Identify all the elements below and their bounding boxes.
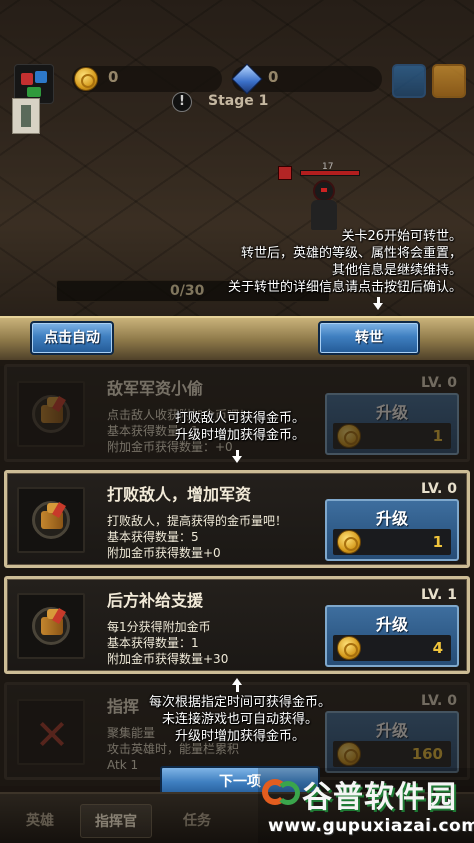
tooltip-line: 转世后，英雄的等级、属性将会重置， [240,246,462,261]
gold-coin-icon [337,424,361,448]
supply-tooltip: 每次根据指定时间可获得金币。 未连接游戏也可自动获得。 升级时增加获得金币。 [120,694,360,745]
enemy-flag-icon [278,166,292,180]
desc-line: 附加金币获得数量+0 [107,546,221,560]
crossed-swords-icon [17,699,85,765]
gold-thief-tooltip: 打败敌人可获得金币。 升级时增加获得金币。 [140,410,340,444]
gem-counter: 0 [231,63,382,95]
stage-progress-text: 0/30 [170,283,205,299]
upgrade-label: 升级 [375,509,408,528]
upgrade-button[interactable]: 升级 1 [325,499,459,561]
rebirth-button[interactable]: 转世 [318,321,420,355]
gold-stack-icon [17,381,85,447]
tooltip-line: 升级时增加获得金币。 [174,428,305,443]
upgrade-label: 升级 [375,403,408,422]
desc-line: 基本获得数量：1 [107,636,199,650]
cost-amount: 4 [432,639,443,657]
settings-gear-icon[interactable] [432,64,466,98]
card-level: LV. 0 [421,481,457,497]
desc-line: 附加金币获得数量+30 [107,652,229,666]
upgrade-card-defeat-enemy[interactable]: 打败敌人，增加军资 LV. 0 打败敌人，提高获得的金币量吧！ 基本获得数量：5… [4,470,470,568]
tooltip-line: 每次根据指定时间可获得金币。 [148,695,331,710]
cost-amount: 1 [432,533,443,551]
desc-line: 每1分获得附加金币 [107,620,211,634]
tab-quest[interactable]: 任务 [162,804,232,838]
card-level: LV. 0 [421,375,457,391]
card-level: LV. 1 [421,587,457,603]
stage-label: Stage 1 [208,93,269,109]
gold-coin-icon [337,636,361,660]
desc-line: 打败敌人，提高获得的金币量吧！ [107,514,288,528]
upgrade-card-supply-support[interactable]: 后方补给支援 LV. 1 每1分获得附加金币 基本获得数量：1 附加金币获得数量… [4,576,470,674]
tab-hero[interactable]: 英雄 [10,804,70,838]
card-description: 每1分获得附加金币 基本获得数量：1 附加金币获得数量+30 [107,619,228,667]
blue-block-icon [35,71,47,83]
watermark-logo-icon [262,775,302,815]
auto-click-button[interactable]: 点击自动 [30,321,114,355]
gold-stack-icon [17,487,85,553]
tab-commander[interactable]: 指挥官 [80,804,152,838]
tooltip-line: 升级时增加获得金币。 [174,729,305,744]
edit-button[interactable] [392,64,426,98]
tooltip-line: 未连接游戏也可自动获得。 [161,712,318,727]
card-title: 后方补给支援 [107,591,204,610]
card-description: 打败敌人，提高获得的金币量吧！ 基本获得数量：5 附加金币获得数量+0 [107,513,287,561]
upgrade-cost: 4 [333,635,451,661]
tooltip-line: 关于转世的详细信息请点击按钮后确认。 [227,280,462,295]
gold-counter: 0 [72,66,222,92]
red-block-icon [21,73,33,85]
cost-amount: 1 [432,427,443,445]
tooltip-arrow-icon [232,678,242,692]
hero-avatar[interactable] [12,98,40,134]
tooltip-line: 打败敌人可获得金币。 [174,411,305,426]
upgrade-button[interactable]: 升级 4 [325,605,459,667]
cost-amount: 160 [411,745,443,763]
gold-coin-icon [337,742,361,766]
card-title: 敌军军资小偷 [107,379,204,398]
gold-amount: 0 [108,68,119,86]
tooltip-line: 其他信息是继续维持。 [331,263,462,278]
tooltip-arrow-icon [232,450,242,463]
upgrade-button[interactable]: 升级 1 [325,393,459,455]
gold-stack-icon [17,593,85,659]
gold-coin-icon [74,67,98,91]
gold-coin-icon [337,530,361,554]
upgrade-cost: 1 [333,423,451,449]
desc-line: 基本获得数量：5 [107,530,199,544]
watermark-title: 谷普软件园 [302,780,457,815]
tooltip-line: 关卡26开始可转世。 [341,229,462,244]
upgrade-cost: 1 [333,529,451,555]
enemy-hp-bar [300,170,360,176]
rebirth-tooltip: 关卡26开始可转世。 转世后，英雄的等级、属性将会重置， 其他信息是继续维持。 … [228,228,462,296]
gem-amount: 0 [268,68,279,86]
card-title: 打败敌人，增加军资 [107,485,252,504]
upgrade-label: 升级 [375,615,408,634]
tooltip-arrow-icon [373,297,383,310]
alert-icon[interactable]: ! [172,92,192,112]
card-level: LV. 0 [421,693,457,709]
green-block-icon [27,87,41,97]
watermark-url: www.gupuxiazai.com [268,816,474,836]
